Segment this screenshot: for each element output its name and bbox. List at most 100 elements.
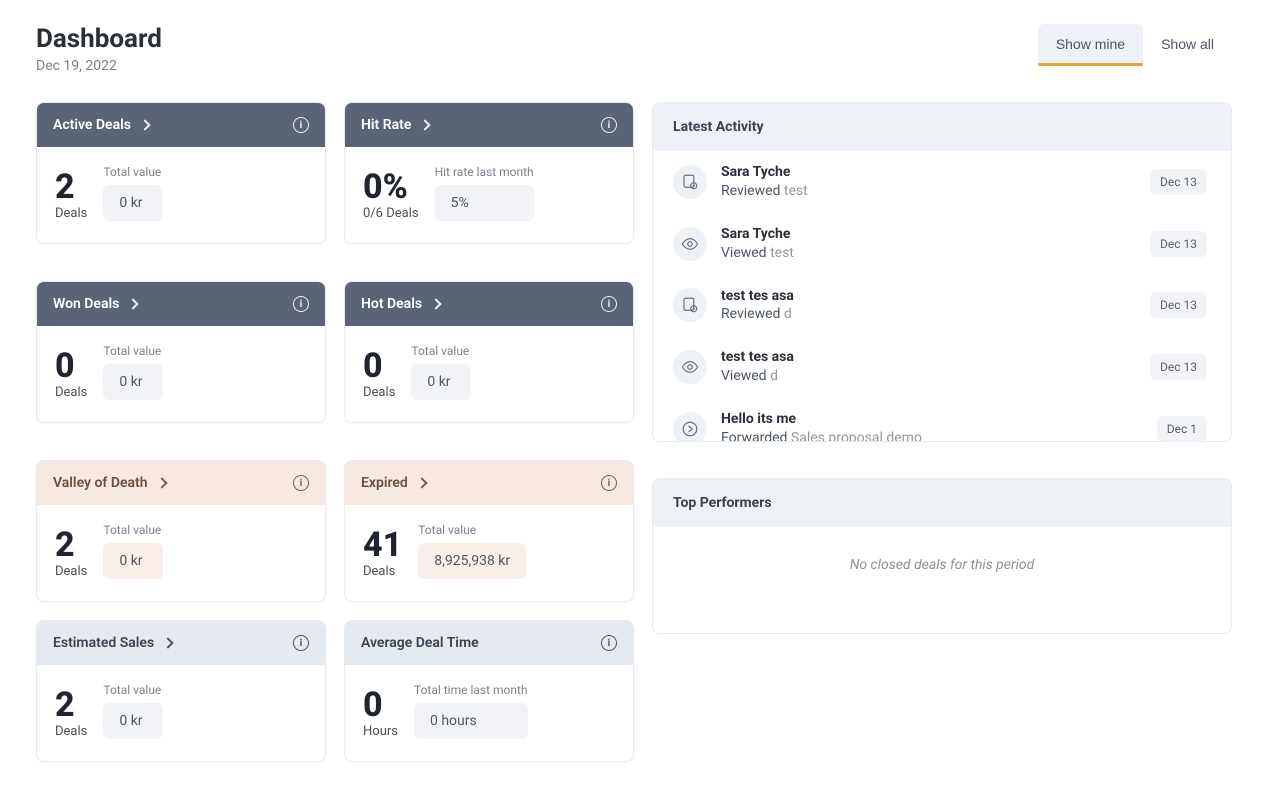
estimated-sales-sublabel: Total value	[103, 683, 163, 697]
card-estimated-sales-head[interactable]: Estimated Sales i	[37, 621, 325, 665]
activity-who: Sara Tyche	[721, 225, 1136, 244]
expired-sublabel: Total value	[418, 523, 526, 537]
won-deals-unit: Deals	[55, 385, 87, 400]
top-performers-empty: No closed deals for this period	[653, 527, 1231, 633]
page-date: Dec 19, 2022	[36, 58, 162, 74]
card-average-deal-time-head[interactable]: Average Deal Time i	[345, 621, 633, 665]
activity-date: Dec 13	[1150, 169, 1207, 195]
valley-value-chip: 0 kr	[103, 543, 163, 579]
top-performers-title: Top Performers	[653, 479, 1231, 527]
active-deals-count: 2	[55, 170, 75, 204]
chevron-right-icon	[416, 477, 427, 488]
avg-deal-time-unit: Hours	[363, 724, 398, 739]
activity-object: d	[770, 368, 778, 384]
hot-deals-sublabel: Total value	[411, 344, 471, 358]
avg-deal-time-sublabel: Total time last month	[414, 683, 528, 697]
expired-count: 41	[363, 528, 402, 562]
activity-action: Reviewed	[721, 183, 780, 199]
chevron-right-icon	[430, 298, 441, 309]
card-active-deals-head[interactable]: Active Deals i	[37, 103, 325, 147]
chevron-right-icon	[162, 637, 173, 648]
chevron-right-icon	[156, 477, 167, 488]
won-deals-value-chip: 0 kr	[103, 364, 163, 400]
card-won-deals-head[interactable]: Won Deals i	[37, 282, 325, 326]
forward-icon	[673, 412, 707, 441]
card-hit-rate-head[interactable]: Hit Rate i	[345, 103, 633, 147]
chevron-right-icon	[139, 119, 150, 130]
hit-rate-sublabel: Hit rate last month	[435, 165, 534, 179]
activity-date: Dec 1	[1157, 416, 1207, 441]
activity-object: test	[784, 183, 808, 199]
card-hot-deals: Hot Deals i 0Deals Total value0 kr	[344, 281, 634, 423]
avg-deal-time-value-chip: 0 hours	[414, 703, 528, 739]
card-estimated-sales-title: Estimated Sales	[53, 635, 154, 651]
card-hit-rate-title: Hit Rate	[361, 117, 411, 133]
card-valley-of-death: Valley of Death i 2 Deals Total value 0 kr	[36, 460, 326, 602]
info-icon[interactable]: i	[601, 635, 617, 651]
activity-date: Dec 13	[1150, 354, 1207, 380]
hit-rate-value: 0%	[363, 170, 408, 204]
activity-who: test tes asa	[721, 287, 1136, 306]
expired-unit: Deals	[363, 564, 395, 579]
valley-unit: Deals	[55, 564, 87, 579]
info-icon[interactable]: i	[601, 296, 617, 312]
activity-action: Viewed	[721, 245, 767, 261]
card-valley-of-death-head[interactable]: Valley of Death i	[37, 461, 325, 505]
view-toggle: Show mine Show all	[1038, 24, 1232, 64]
review-icon	[673, 165, 707, 199]
active-deals-unit: Deals	[55, 206, 87, 221]
estimated-sales-unit: Deals	[55, 724, 87, 739]
activity-list[interactable]: Sara TycheReviewed test Dec 13 Sara Tych…	[653, 151, 1231, 441]
active-deals-value-chip: 0 kr	[103, 185, 163, 221]
latest-activity-title: Latest Activity	[653, 103, 1231, 151]
hot-deals-unit: Deals	[363, 385, 395, 400]
eye-icon	[673, 350, 707, 384]
info-icon[interactable]: i	[293, 117, 309, 133]
tab-show-all[interactable]: Show all	[1143, 24, 1232, 64]
hit-rate-chip: 5%	[435, 185, 534, 221]
card-valley-of-death-title: Valley of Death	[53, 475, 148, 491]
tab-show-mine[interactable]: Show mine	[1038, 24, 1143, 64]
panel-top-performers: Top Performers No closed deals for this …	[652, 478, 1232, 634]
valley-sublabel: Total value	[103, 523, 163, 537]
card-hot-deals-head[interactable]: Hot Deals i	[345, 282, 633, 326]
card-average-deal-time: Average Deal Time i 0 Hours Total time la…	[344, 620, 634, 762]
eye-icon	[673, 227, 707, 261]
hot-deals-count: 0	[363, 349, 383, 383]
card-active-deals-title: Active Deals	[53, 117, 131, 133]
info-icon[interactable]: i	[293, 475, 309, 491]
valley-count: 2	[55, 528, 75, 562]
info-icon[interactable]: i	[293, 296, 309, 312]
activity-row[interactable]: Hello its meForwarded Sales proposal dem…	[653, 398, 1227, 441]
activity-row[interactable]: Sara TycheReviewed test Dec 13	[653, 151, 1227, 213]
card-won-deals: Won Deals i 0Deals Total value0 kr	[36, 281, 326, 423]
activity-who: test tes asa	[721, 348, 1136, 367]
activity-row[interactable]: test tes asaViewed d Dec 13	[653, 336, 1227, 398]
activity-date: Dec 13	[1150, 292, 1207, 318]
card-active-deals: Active Deals i 2 Deals Total value 0 kr	[36, 102, 326, 244]
info-icon[interactable]: i	[601, 117, 617, 133]
card-estimated-sales: Estimated Sales i 2Deals Total value0 kr	[36, 620, 326, 762]
won-deals-sublabel: Total value	[103, 344, 163, 358]
activity-row[interactable]: Sara TycheViewed test Dec 13	[653, 213, 1227, 275]
card-hit-rate: Hit Rate i 0% 0/6 Deals Hit rate last mo…	[344, 102, 634, 244]
activity-who: Sara Tyche	[721, 163, 1136, 182]
active-deals-sublabel: Total value	[103, 165, 163, 179]
card-expired-head[interactable]: Expired i	[345, 461, 633, 505]
panel-latest-activity: Latest Activity Sara TycheReviewed test …	[652, 102, 1232, 442]
chevron-right-icon	[128, 298, 139, 309]
avg-deal-time-count: 0	[363, 688, 383, 722]
estimated-sales-count: 2	[55, 688, 75, 722]
card-expired-title: Expired	[361, 475, 408, 491]
info-icon[interactable]: i	[293, 635, 309, 651]
card-won-deals-title: Won Deals	[53, 296, 119, 312]
activity-row[interactable]: test tes asaReviewed d Dec 13	[653, 275, 1227, 337]
review-icon	[673, 288, 707, 322]
page-title: Dashboard	[36, 24, 162, 54]
expired-value-chip: 8,925,938 kr	[418, 543, 526, 579]
activity-object: Sales proposal demo	[791, 430, 922, 441]
info-icon[interactable]: i	[601, 475, 617, 491]
card-expired: Expired i 41 Deals Total value 8,925,938 k…	[344, 460, 634, 602]
card-hot-deals-title: Hot Deals	[361, 296, 422, 312]
activity-action: Forwarded	[721, 430, 787, 441]
